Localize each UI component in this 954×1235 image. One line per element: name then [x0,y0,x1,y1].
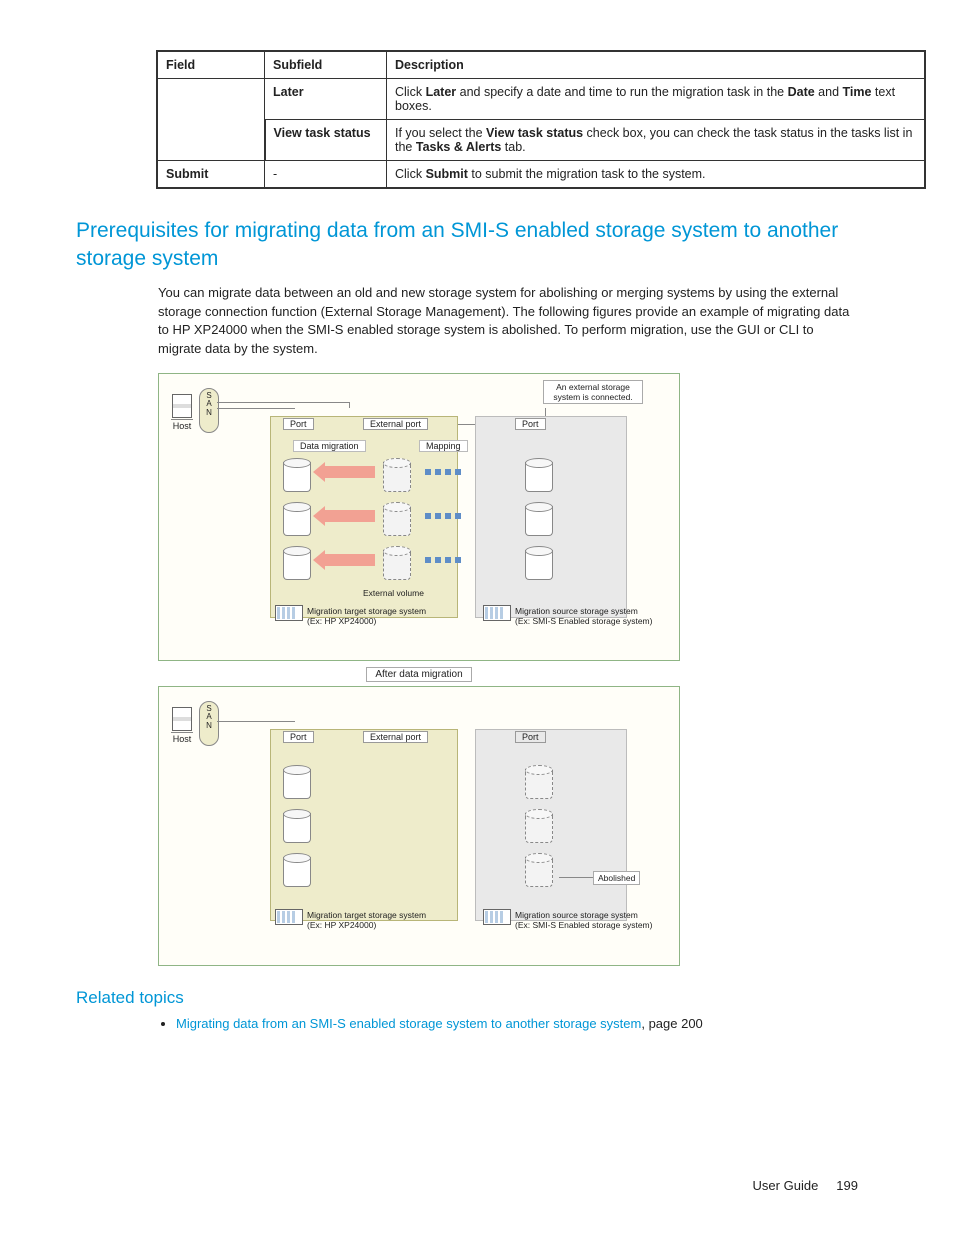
cylinder-icon [283,853,311,887]
cell-field-blank [157,79,265,161]
target-caption: Migration target storage system (Ex: HP … [307,910,457,930]
arrow-icon [323,466,375,478]
cylinder-icon [525,546,553,580]
cylinder-icon [525,853,553,887]
related-topic-link[interactable]: Migrating data from an SMI-S enabled sto… [176,1016,641,1031]
io-icon [275,605,303,621]
abolished-label: Abolished [593,871,640,885]
related-topic-item: Migrating data from an SMI-S enabled sto… [176,1016,858,1031]
external-port-label: External port [363,418,428,430]
th-subfield: Subfield [265,51,387,79]
cylinder-icon [283,458,311,492]
page-footer: User Guide199 [753,1178,858,1193]
io-icon [483,605,511,621]
th-field: Field [157,51,265,79]
mapping-label: Mapping [419,440,468,452]
port-label-1: Port [283,418,314,430]
cylinder-icon [525,809,553,843]
section-heading: Prerequisites for migrating data from an… [76,217,858,274]
cell-desc-viewtask: If you select the View task status check… [387,120,926,161]
cylinder-icon [383,458,411,492]
server-icon [172,394,192,418]
field-table: Field Subfield Description Later Click L… [156,50,926,189]
external-volume-label: External volume [363,588,424,598]
related-topics-list: Migrating data from an SMI-S enabled sto… [176,1016,858,1031]
port-label-2: Port [515,418,546,430]
cell-desc-later: Click Later and specify a date and time … [387,79,926,120]
cylinder-icon [283,546,311,580]
note-external-connected: An external storage system is connected. [543,380,643,404]
port-label-1: Port [283,731,314,743]
host: Host [171,707,193,744]
server-icon [172,707,192,731]
data-migration-label: Data migration [293,440,366,452]
port-label-2: Port [515,731,546,743]
cell-sub-dash: - [265,161,387,189]
cylinder-icon [283,809,311,843]
source-caption: Migration source storage system (Ex: SMI… [515,606,675,626]
san: S A N [199,701,219,746]
figure-after: Host S A N Port External port Port Aboli… [158,686,680,966]
cell-field-submit: Submit [157,161,265,189]
cylinder-icon [525,765,553,799]
th-description: Description [387,51,926,79]
related-topics-heading: Related topics [76,988,858,1008]
after-migration-label: After data migration [158,665,680,682]
io-icon [483,909,511,925]
arrow-icon [323,554,375,566]
cell-sub-viewtask: View task status [265,120,387,161]
cylinder-icon [525,502,553,536]
source-caption: Migration source storage system (Ex: SMI… [515,910,675,930]
cylinder-icon [283,765,311,799]
figures: An external storage system is connected.… [158,373,680,966]
figure-before: An external storage system is connected.… [158,373,680,661]
san: S A N [199,388,219,433]
cylinder-icon [283,502,311,536]
cylinder-icon [383,502,411,536]
cylinder-icon [383,546,411,580]
cell-desc-submit: Click Submit to submit the migration tas… [387,161,926,189]
section-paragraph: You can migrate data between an old and … [158,284,858,359]
external-port-label: External port [363,731,428,743]
host: Host [171,394,193,431]
cell-sub-later: Later [265,79,387,120]
cylinder-icon [525,458,553,492]
arrow-icon [323,510,375,522]
target-caption: Migration target storage system (Ex: HP … [307,606,457,626]
io-icon [275,909,303,925]
